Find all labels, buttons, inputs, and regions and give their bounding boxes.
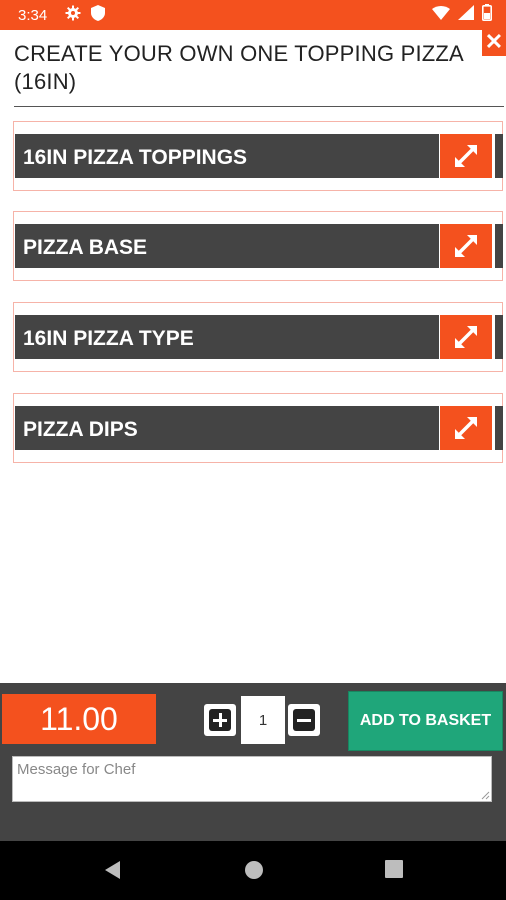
navigation-bar — [0, 841, 506, 900]
section-bar-end — [495, 134, 503, 178]
expand-button[interactable] — [440, 134, 492, 178]
section-pizza-base: PIZZA BASE — [13, 211, 503, 281]
increase-quantity-button[interactable] — [204, 704, 236, 736]
section-label: PIZZA BASE — [23, 236, 148, 259]
section-label: 16IN PIZZA TOPPINGS — [23, 146, 248, 169]
close-icon: ✕ — [484, 29, 504, 54]
section-header-pizza-dips[interactable]: PIZZA DIPS — [15, 406, 439, 450]
section-label: PIZZA DIPS — [23, 418, 138, 441]
expand-button[interactable] — [440, 315, 492, 359]
section-header-pizza-base[interactable]: PIZZA BASE — [15, 224, 439, 268]
expand-icon — [455, 235, 477, 257]
expand-icon — [455, 145, 477, 167]
section-bar-end — [495, 224, 503, 268]
plus-icon — [209, 709, 231, 731]
section-label: 16IN PIZZA TYPE — [23, 327, 194, 350]
section-pizza-type: 16IN PIZZA TYPE — [13, 302, 503, 372]
expand-icon — [455, 417, 477, 439]
section-bar-end — [495, 315, 503, 359]
signal-icon — [458, 5, 474, 25]
expand-button[interactable] — [440, 406, 492, 450]
add-to-basket-button[interactable]: ADD TO BASKET — [348, 691, 503, 751]
gear-icon — [65, 5, 81, 26]
close-button[interactable]: ✕ — [482, 28, 506, 56]
section-pizza-toppings: 16IN PIZZA TOPPINGS — [13, 121, 503, 191]
status-bar: 3:34 — [0, 0, 506, 30]
minus-icon — [293, 709, 315, 731]
section-pizza-dips: PIZZA DIPS — [13, 393, 503, 463]
wifi-icon — [432, 5, 450, 25]
battery-icon — [482, 4, 492, 26]
back-icon[interactable] — [102, 859, 124, 881]
decrease-quantity-button[interactable] — [288, 704, 320, 736]
title-divider — [14, 106, 504, 107]
quantity-input[interactable] — [241, 696, 285, 744]
shield-icon — [91, 4, 106, 26]
order-panel: 11.00 ADD TO BASKET — [0, 683, 506, 841]
price-display: 11.00 — [2, 694, 156, 744]
status-icons-left — [65, 4, 106, 26]
home-icon[interactable] — [243, 859, 265, 881]
page-title: CREATE YOUR OWN ONE TOPPING PIZZA (16IN) — [14, 41, 463, 94]
recents-icon[interactable] — [384, 859, 404, 879]
section-bar-end — [495, 406, 503, 450]
chef-message-input[interactable] — [12, 756, 492, 802]
resize-handle-icon[interactable] — [480, 790, 490, 800]
status-icons-right — [432, 4, 492, 26]
status-time: 3:34 — [18, 6, 48, 24]
expand-icon — [455, 326, 477, 348]
section-header-pizza-toppings[interactable]: 16IN PIZZA TOPPINGS — [15, 134, 439, 178]
expand-button[interactable] — [440, 224, 492, 268]
section-header-pizza-type[interactable]: 16IN PIZZA TYPE — [15, 315, 439, 359]
